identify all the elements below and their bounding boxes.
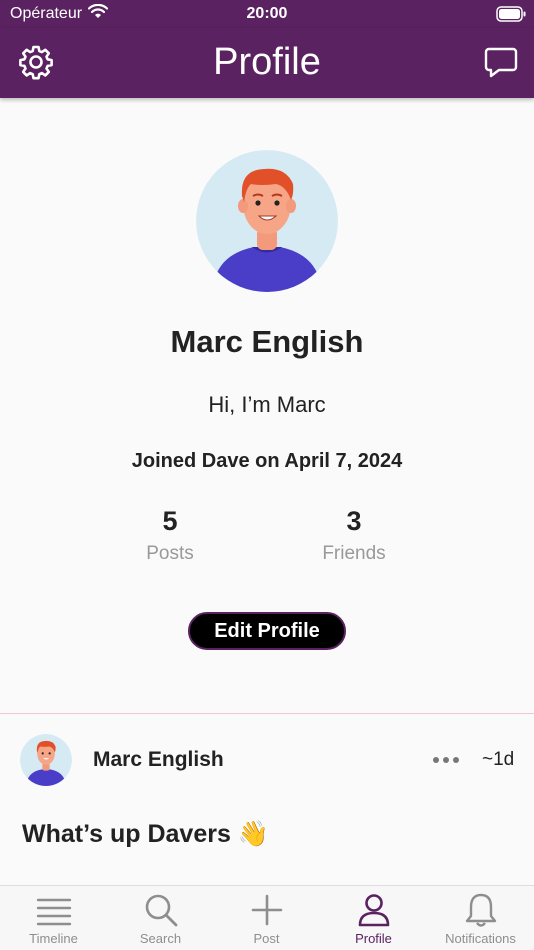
nav-bar: Profile — [0, 28, 534, 98]
tab-bar: Timeline Search Post Profile Notificatio… — [0, 885, 534, 950]
more-horizontal-icon[interactable] — [432, 754, 460, 766]
post-author-avatar[interactable] — [20, 734, 72, 786]
search-icon — [145, 894, 178, 927]
bell-icon — [465, 893, 497, 927]
profile-joined-date: Joined Dave on April 7, 2024 — [131, 450, 403, 472]
chat-bubble-icon[interactable] — [484, 45, 518, 79]
post-card[interactable]: Marc English ~1d What’s up Davers 👋 — [0, 714, 534, 885]
person-icon — [358, 894, 390, 927]
tab-notifications[interactable]: Notifications — [427, 886, 534, 950]
battery-icon — [496, 6, 526, 22]
posts-stat[interactable]: 5 Posts — [90, 506, 250, 565]
avatar-illustration — [20, 734, 72, 786]
post-author-name[interactable]: Marc English — [93, 748, 224, 772]
posts-label: Posts — [146, 543, 194, 564]
post-timestamp: ~1d — [482, 749, 515, 770]
post-text: What’s up Davers 👋 — [22, 820, 269, 848]
tab-search[interactable]: Search — [107, 886, 214, 950]
plus-icon — [251, 894, 283, 926]
profile-header: Marc English Hi, I’m Marc Joined Dave on… — [0, 98, 534, 713]
status-time: 20:00 — [246, 5, 288, 22]
profile-name: Marc English — [170, 324, 364, 359]
posts-count: 5 — [162, 506, 178, 536]
list-icon — [36, 898, 72, 926]
edit-profile-button[interactable]: Edit Profile — [188, 612, 346, 650]
tab-profile[interactable]: Profile — [320, 886, 427, 950]
profile-bio: Hi, I’m Marc — [208, 392, 326, 417]
avatar-illustration — [196, 150, 338, 292]
tab-label: Timeline — [29, 931, 78, 946]
tab-label: Profile — [355, 931, 392, 946]
tab-label: Search — [139, 931, 182, 946]
tab-label: Post — [253, 931, 280, 946]
tab-timeline[interactable]: Timeline — [0, 886, 107, 950]
friends-stat[interactable]: 3 Friends — [274, 506, 434, 565]
friends-count: 3 — [346, 506, 362, 536]
friends-label: Friends — [322, 543, 386, 564]
status-bar: Opérateur 20:00 — [0, 0, 534, 28]
tab-post[interactable]: Post — [213, 886, 320, 950]
page-title: Profile — [213, 41, 321, 83]
tab-label: Notifications — [445, 931, 516, 946]
avatar[interactable] — [196, 150, 338, 292]
